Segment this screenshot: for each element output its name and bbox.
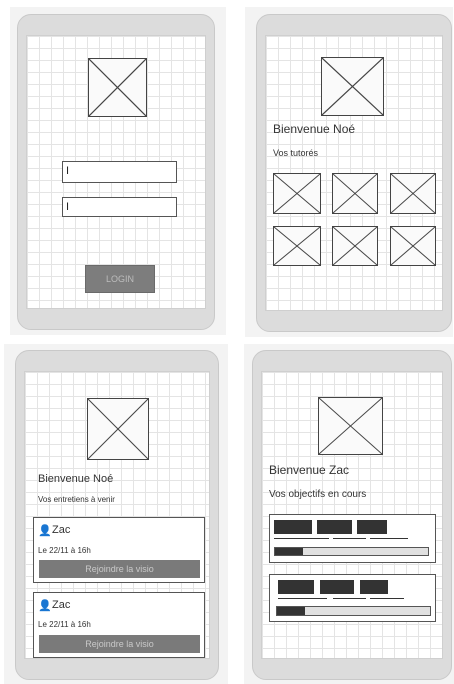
objective-text-line [278, 598, 327, 599]
screen-interviews: Bienvenue Noé Vos entretiens à venir 👤 Z… [24, 371, 210, 659]
login-button[interactable]: LOGIN [85, 265, 155, 293]
screen-objectives: Bienvenue Zac Vos objectifs en cours [261, 371, 443, 659]
interview-card: 👤 Zac Le 22/11 à 16h Rejoindre la visio [33, 517, 205, 583]
objective-title-block [357, 520, 387, 534]
interview-card: 👤 Zac Le 22/11 à 16h Rejoindre la visio [33, 592, 205, 658]
tutore-placeholder-icon[interactable] [332, 173, 378, 214]
objective-text-line [370, 598, 404, 599]
objective-text-line [333, 598, 366, 599]
objectifs-subtitle: Vos objectifs en cours [269, 489, 367, 500]
objective-text-line [333, 538, 366, 539]
username-input[interactable]: I [62, 161, 177, 183]
tutore-placeholder-icon[interactable] [390, 173, 436, 214]
objective-title-block [278, 580, 314, 594]
phone-tutor-home: Bienvenue Noé Vos tutorés [256, 14, 452, 332]
objective-progress-bar [274, 547, 429, 556]
user-icon: 👤 [38, 600, 52, 612]
join-visio-button[interactable]: Rejoindre la visio [39, 560, 200, 578]
welcome-title: Bienvenue Zac [269, 463, 350, 477]
objective-text-line [370, 538, 408, 539]
objective-card[interactable] [269, 574, 436, 622]
welcome-title: Bienvenue Noé [273, 122, 356, 136]
tutore-placeholder-icon[interactable] [390, 226, 436, 266]
tutore-placeholder-icon[interactable] [273, 173, 321, 214]
screen-tutor-home: Bienvenue Noé Vos tutorés [265, 35, 443, 311]
logo-placeholder-icon [88, 58, 147, 117]
screen-login: I I LOGIN [26, 35, 206, 309]
objective-text-line [274, 538, 329, 539]
objective-title-block [360, 580, 388, 594]
profile-placeholder-icon [321, 57, 384, 116]
tutores-subtitle: Vos tutorés [273, 148, 319, 158]
user-icon: 👤 [38, 525, 52, 537]
interview-date: Le 22/11 à 16h [38, 620, 91, 629]
entretiens-subtitle: Vos entretiens à venir [38, 495, 115, 504]
phone-objectives: Bienvenue Zac Vos objectifs en cours [252, 350, 452, 680]
objective-progress-fill [275, 548, 303, 555]
phone-login: I I LOGIN [17, 14, 215, 330]
objective-title-block [274, 520, 312, 534]
tutore-placeholder-icon[interactable] [332, 226, 378, 266]
objective-card[interactable] [269, 514, 436, 563]
objective-title-block [317, 520, 352, 534]
profile-placeholder-icon [87, 398, 149, 460]
phone-interviews: Bienvenue Noé Vos entretiens à venir 👤 Z… [15, 350, 219, 680]
objective-progress-bar [276, 606, 431, 616]
interview-date: Le 22/11 à 16h [38, 546, 91, 555]
tutore-placeholder-icon[interactable] [273, 226, 321, 266]
profile-placeholder-icon [318, 397, 383, 455]
interview-name: Zac [52, 524, 71, 536]
password-input[interactable]: I [62, 197, 177, 217]
interview-name: Zac [52, 599, 71, 611]
join-visio-button[interactable]: Rejoindre la visio [39, 635, 200, 653]
welcome-title: Bienvenue Noé [38, 473, 114, 485]
objective-title-block [320, 580, 354, 594]
objective-progress-fill [277, 607, 305, 615]
